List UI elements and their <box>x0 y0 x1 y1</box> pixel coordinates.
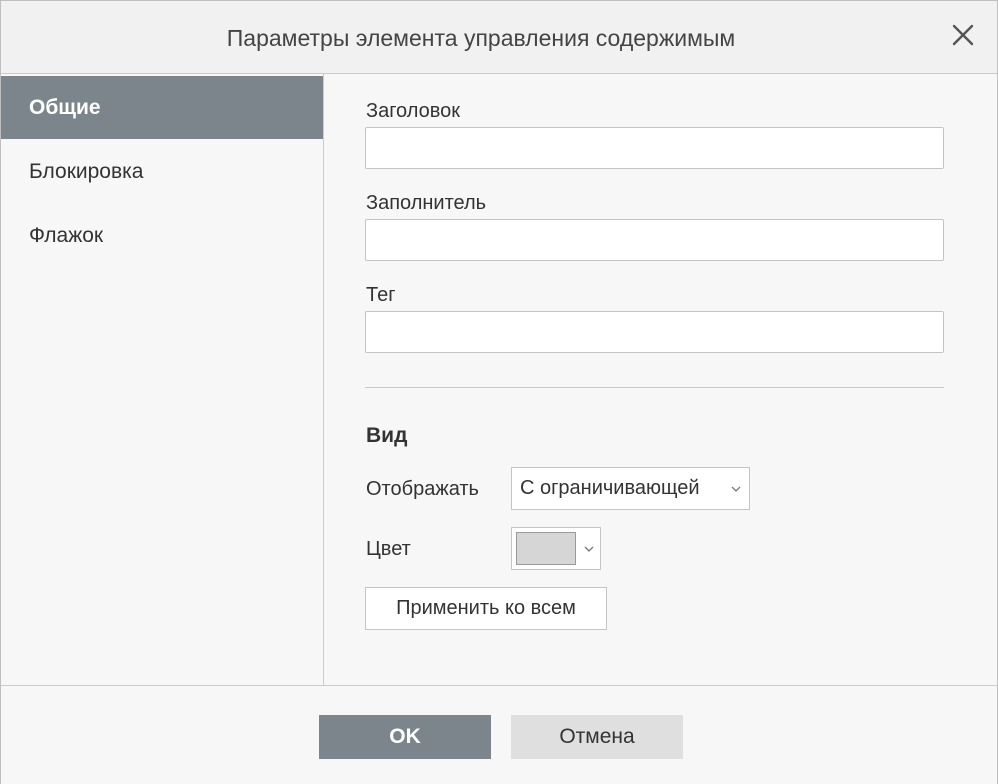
tag-field[interactable] <box>365 311 944 353</box>
chevron-down-icon <box>582 542 596 556</box>
dialog-title: Параметры элемента управления содержимым <box>226 25 736 51</box>
content-control-settings-dialog: Параметры элемента управления содержимым… <box>0 0 998 784</box>
display-label: Отображать <box>366 478 479 500</box>
color-label: Цвет <box>366 538 411 560</box>
sidebar-item-locking[interactable]: Блокировка <box>1 140 323 203</box>
sidebar-item-general[interactable]: Общие <box>1 76 323 139</box>
ok-button[interactable]: OK <box>319 715 491 759</box>
divider <box>365 387 944 388</box>
sidebar-item-checkbox[interactable]: Флажок <box>1 204 323 267</box>
title-field-label: Заголовок <box>366 100 461 122</box>
display-dropdown-value: С ограничивающей <box>520 477 700 499</box>
appearance-section-title: Вид <box>366 424 408 447</box>
dialog-footer: OK Отмена <box>1 685 997 784</box>
general-settings-panel: Заголовок Заполнитель Тег Вид Отображать… <box>324 74 997 685</box>
close-icon[interactable] <box>947 19 979 51</box>
title-field[interactable] <box>365 127 944 169</box>
apply-to-all-button[interactable]: Применить ко всем <box>365 587 607 630</box>
placeholder-field[interactable] <box>365 219 944 261</box>
placeholder-field-label: Заполнитель <box>366 192 487 214</box>
color-picker[interactable] <box>511 527 601 570</box>
chevron-down-icon <box>729 482 743 496</box>
sidebar: Общие Блокировка Флажок <box>1 74 324 685</box>
color-swatch <box>516 532 576 565</box>
dialog-titlebar: Параметры элемента управления содержимым <box>1 1 997 74</box>
tag-field-label: Тег <box>366 284 396 306</box>
cancel-button[interactable]: Отмена <box>511 715 683 759</box>
display-dropdown[interactable]: С ограничивающей <box>511 467 750 510</box>
